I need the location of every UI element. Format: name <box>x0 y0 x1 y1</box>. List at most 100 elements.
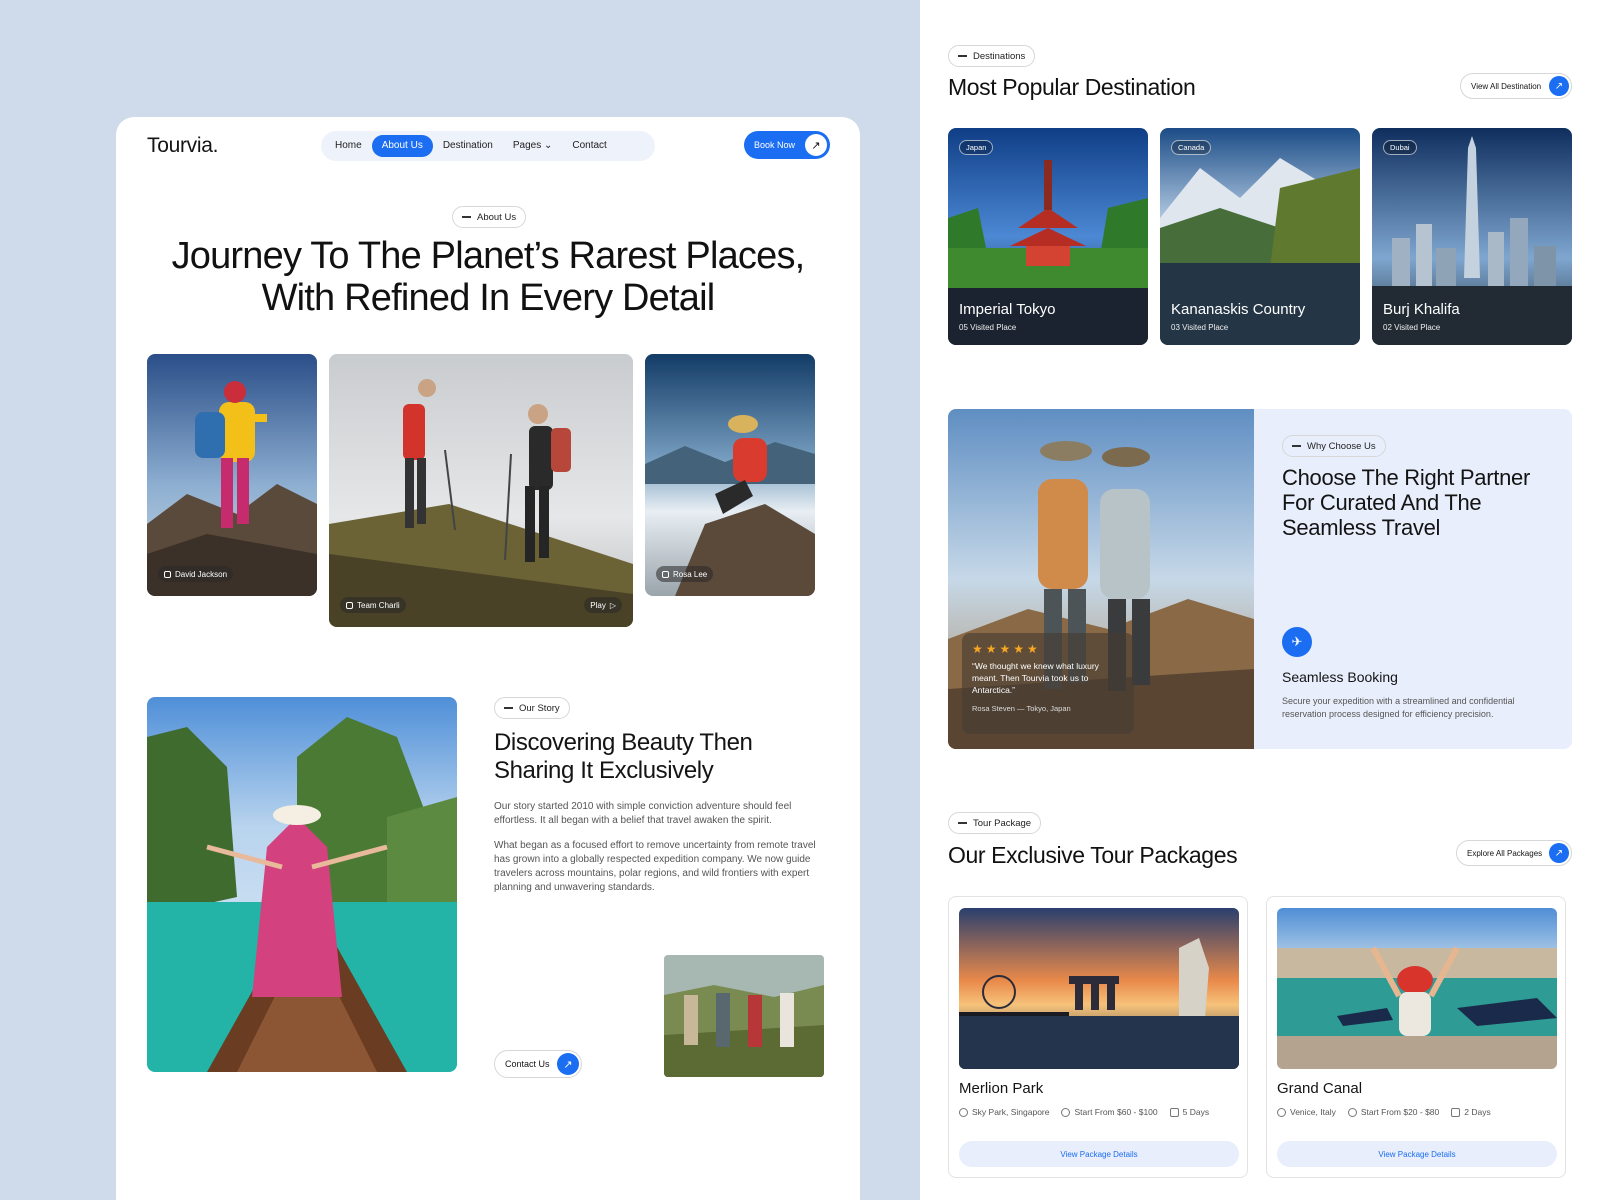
packages-title: Our Exclusive Tour Packages <box>948 842 1238 868</box>
our-story-pill-label: Our Story <box>519 702 560 714</box>
destination-card[interactable]: Japan Imperial Tokyo 05 Visited Place <box>948 128 1148 345</box>
package-duration: 5 Days <box>1169 1107 1210 1117</box>
dash-icon <box>462 216 471 218</box>
instagram-icon <box>346 601 353 609</box>
why-title: Choose The Right Partner For Curated And… <box>1282 465 1552 540</box>
why-title-line-2: For Curated And The <box>1282 490 1482 515</box>
story-paragraph-2: What began as a focused effort to remove… <box>494 840 816 893</box>
destinations-pill-label: Destinations <box>973 50 1026 62</box>
destination-card[interactable]: Dubai Burj Khalifa 02 Visited Place <box>1372 128 1572 345</box>
package-duration-text: 5 Days <box>1182 1107 1210 1117</box>
boat-lagoon-image <box>147 697 457 1072</box>
hero-photo-woman-sitting: Rosa Lee <box>645 354 815 596</box>
why-title-line-3: Seamless Travel <box>1282 515 1441 540</box>
location-pin-icon <box>1277 1107 1286 1117</box>
arrow-up-right-icon: ↗ <box>1549 76 1569 96</box>
destination-card[interactable]: Canada Kananaskis Country 03 Visited Pla… <box>1160 128 1360 345</box>
photo-credit-tag: David Jackson <box>158 566 234 582</box>
dollar-icon <box>1347 1107 1357 1117</box>
why-choose-us-pill: Why Choose Us <box>1282 435 1386 457</box>
nav-item-destination[interactable]: Destination <box>433 135 503 157</box>
photo-credit-label: David Jackson <box>175 569 228 579</box>
book-now-label: Book Now <box>754 140 796 150</box>
book-now-button[interactable]: Book Now ↗ <box>744 131 830 159</box>
destination-visited: 02 Visited Place <box>1383 323 1441 332</box>
story-title-line-1: Discovering Beauty Then <box>494 729 753 756</box>
hero-photo-two-hikers[interactable]: Team Charli Play ▷ <box>329 354 633 627</box>
nav-item-contact[interactable]: Contact <box>562 135 616 157</box>
grand-canal-photo <box>1277 908 1557 1069</box>
hero-title: Journey To The Planet’s Rarest Places, W… <box>116 235 860 319</box>
brand-logo[interactable]: Tourvia. <box>147 134 218 158</box>
em-dash: — <box>1017 704 1027 713</box>
dollar-icon <box>1061 1107 1071 1117</box>
destination-visited: 05 Visited Place <box>959 323 1017 332</box>
why-choose-us-section: ★★★★★ “We thought we knew what luxury me… <box>948 409 1572 749</box>
calendar-icon <box>1451 1107 1461 1117</box>
package-meta: Sky Park, Singapore Start From $60 - $10… <box>959 1107 1209 1117</box>
package-location: Sky Park, Singapore <box>959 1107 1049 1117</box>
nav-item-home[interactable]: Home <box>325 135 372 157</box>
package-duration: 2 Days <box>1451 1107 1491 1117</box>
arrow-up-right-icon: ↗ <box>1549 843 1569 863</box>
play-video-button[interactable]: Play ▷ <box>584 597 622 613</box>
view-package-details-button[interactable]: View Package Details <box>959 1141 1239 1167</box>
arrow-up-right-icon: ↗ <box>557 1053 579 1075</box>
arrow-up-right-icon: ↗ <box>805 134 827 156</box>
testimonial-author-name: Rosa Steven <box>972 704 1015 713</box>
destination-name: Kananaskis Country <box>1171 301 1306 318</box>
view-package-details-button[interactable]: View Package Details <box>1277 1141 1557 1167</box>
story-photo-group <box>664 955 824 1077</box>
package-meta: Venice, Italy Start From $20 - $80 2 Day… <box>1277 1107 1491 1117</box>
story-paragraph-1: Our story started 2010 with simple convi… <box>494 801 792 826</box>
destination-name: Burj Khalifa <box>1383 301 1460 318</box>
play-label: Play <box>590 600 606 610</box>
package-price: Start From $20 - $80 <box>1347 1107 1439 1117</box>
feature-title: Seamless Booking <box>1282 669 1398 685</box>
feature-description: Secure your expedition with a streamline… <box>1282 696 1515 719</box>
photo-credit-tag: Rosa Lee <box>656 566 714 582</box>
location-pin-icon <box>959 1107 968 1117</box>
package-card: Merlion Park Sky Park, Singapore Start F… <box>948 896 1248 1178</box>
right-panel: Destinations Most Popular Destination Vi… <box>948 0 1600 1200</box>
package-price-text: Start From $60 - $100 <box>1074 1107 1158 1117</box>
photo-credit-label: Team Charli <box>357 600 400 610</box>
package-name: Merlion Park <box>959 1080 1044 1097</box>
instagram-icon <box>164 570 171 578</box>
destinations-title: Most Popular Destination <box>948 74 1196 100</box>
hiking-group-image <box>664 955 824 1077</box>
hero-title-line-1: Journey To The Planet’s Rarest Places, <box>171 235 806 277</box>
nav-item-pages[interactable]: Pages ⌄ <box>503 135 563 157</box>
country-tag: Japan <box>959 140 994 155</box>
story-title-line-2: Sharing It Exclusively <box>494 757 714 784</box>
view-all-destination-label: View All Destination <box>1471 81 1542 91</box>
destinations-pill: Destinations <box>948 45 1036 67</box>
nav-item-about-us[interactable]: About Us <box>371 135 433 157</box>
testimonial-quote: “We thought we knew what luxury meant. T… <box>972 661 1099 695</box>
why-photo-couple: ★★★★★ “We thought we knew what luxury me… <box>948 409 1254 749</box>
photo-credit-label: Rosa Lee <box>673 569 708 579</box>
instagram-icon <box>662 570 669 578</box>
explore-all-packages-button[interactable]: Explore All Packages ↗ <box>1456 840 1572 866</box>
package-name: Grand Canal <box>1277 1080 1363 1097</box>
hiker-camera-image <box>147 354 317 596</box>
grand-canal-image <box>1277 908 1557 1069</box>
main-nav: Home About Us Destination Pages ⌄ Contac… <box>321 131 655 161</box>
story-photo-boat <box>147 697 457 1072</box>
story-title: Discovering Beauty Then Sharing It Exclu… <box>494 729 824 785</box>
contact-us-button[interactable]: Contact Us ↗ <box>494 1050 582 1078</box>
explore-all-packages-label: Explore All Packages <box>1467 848 1543 858</box>
country-tag: Canada <box>1171 140 1212 155</box>
package-location-text: Venice, Italy <box>1290 1107 1336 1117</box>
dash-icon <box>958 822 967 824</box>
about-us-pill: About Us <box>452 206 527 228</box>
about-us-pill-label: About Us <box>477 211 517 223</box>
dash-icon <box>958 55 967 57</box>
hero-title-line-2: With Refined In Every Detail <box>261 277 716 319</box>
view-all-destination-button[interactable]: View All Destination ↗ <box>1460 73 1572 99</box>
contact-us-label: Contact Us <box>505 1059 550 1069</box>
merlion-sunset-image <box>959 908 1239 1069</box>
destination-name: Imperial Tokyo <box>959 301 1056 318</box>
country-tag: Dubai <box>1383 140 1417 155</box>
package-location-text: Sky Park, Singapore <box>972 1107 1050 1117</box>
